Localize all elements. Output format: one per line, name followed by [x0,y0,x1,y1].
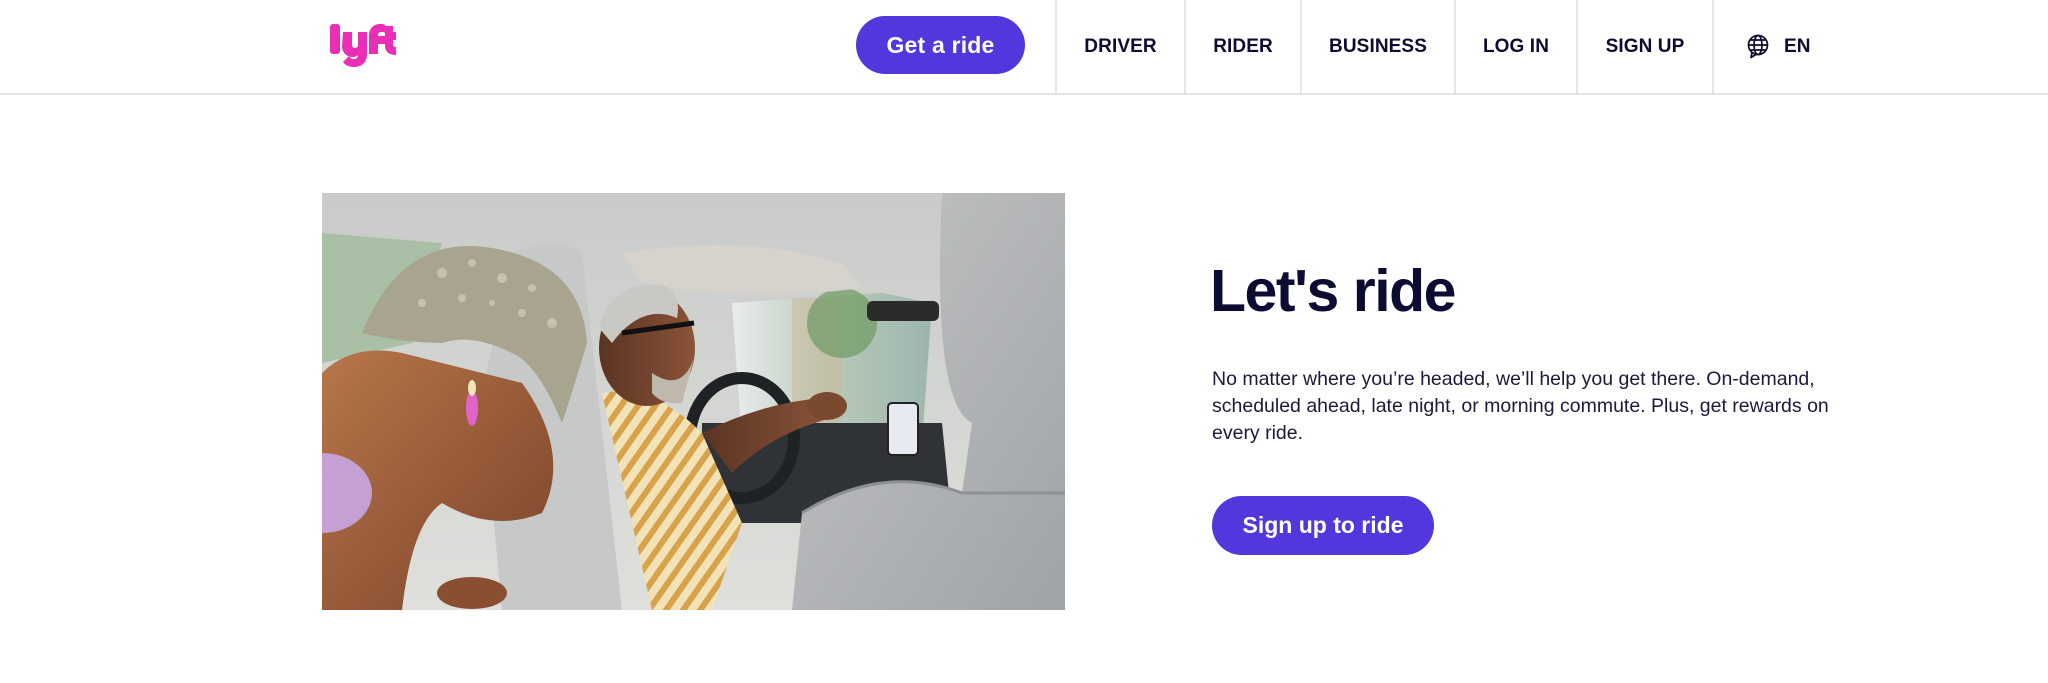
hero-photo-illustration [322,193,1065,610]
site-header: Get a ride DRIVER RIDER BUSINESS LOG IN … [0,0,2048,95]
hero-title: Let's ride [1210,258,1456,324]
globe-icon [1747,34,1769,58]
nav-item-rider[interactable]: RIDER [1184,0,1300,93]
main-nav: DRIVER RIDER BUSINESS LOG IN SIGN UP EN [1055,0,1842,93]
hero-description: No matter where you’re headed, we’ll hel… [1212,368,1829,444]
language-label: EN [1784,35,1811,57]
nav-item-log-in[interactable]: LOG IN [1454,0,1576,93]
language-selector[interactable]: EN [1712,0,1842,93]
get-a-ride-button[interactable]: Get a ride [856,16,1025,74]
sign-up-to-ride-button[interactable]: Sign up to ride [1212,496,1434,555]
lyft-logo-icon [330,24,396,67]
nav-item-business[interactable]: BUSINESS [1300,0,1454,93]
lyft-logo[interactable] [328,22,396,68]
nav-item-driver[interactable]: DRIVER [1055,0,1184,93]
hero-image [322,193,1065,610]
nav-item-sign-up[interactable]: SIGN UP [1576,0,1712,93]
